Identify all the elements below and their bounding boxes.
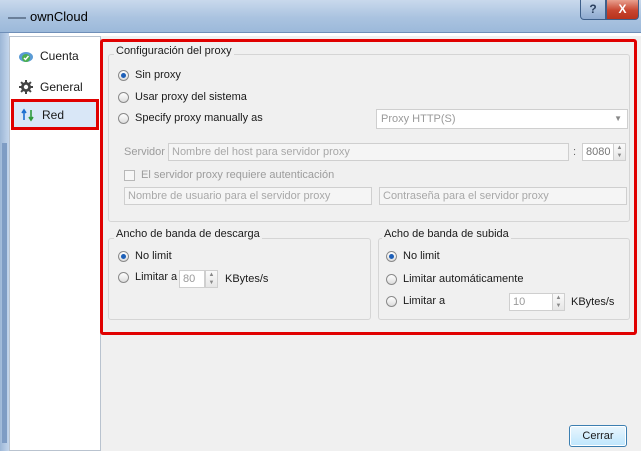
window-title: ownCloud	[8, 9, 88, 24]
sidebar-item-cuenta[interactable]: Cuenta	[12, 43, 98, 69]
sidebar-item-label: General	[40, 80, 83, 94]
app-icon	[8, 16, 26, 19]
title-bar: ownCloud ? X	[0, 0, 641, 33]
network-arrows-icon	[20, 107, 36, 123]
close-button[interactable]: Cerrar	[569, 425, 627, 447]
frame-scroll-strip	[2, 143, 7, 443]
settings-sidebar: Cuenta General Red	[9, 36, 101, 451]
window-title-text: ownCloud	[30, 9, 88, 24]
owncloud-account-icon	[18, 48, 34, 64]
sidebar-item-label: Red	[42, 107, 65, 122]
help-button[interactable]: ?	[580, 0, 606, 20]
sidebar-item-red[interactable]: Red	[11, 99, 99, 130]
sidebar-item-general[interactable]: General	[12, 74, 98, 100]
gear-icon	[18, 79, 34, 95]
annotation-highlight-box	[100, 39, 637, 335]
close-window-button[interactable]: X	[606, 0, 639, 20]
window-frame-left	[0, 33, 9, 451]
sidebar-item-label: Cuenta	[40, 49, 79, 63]
